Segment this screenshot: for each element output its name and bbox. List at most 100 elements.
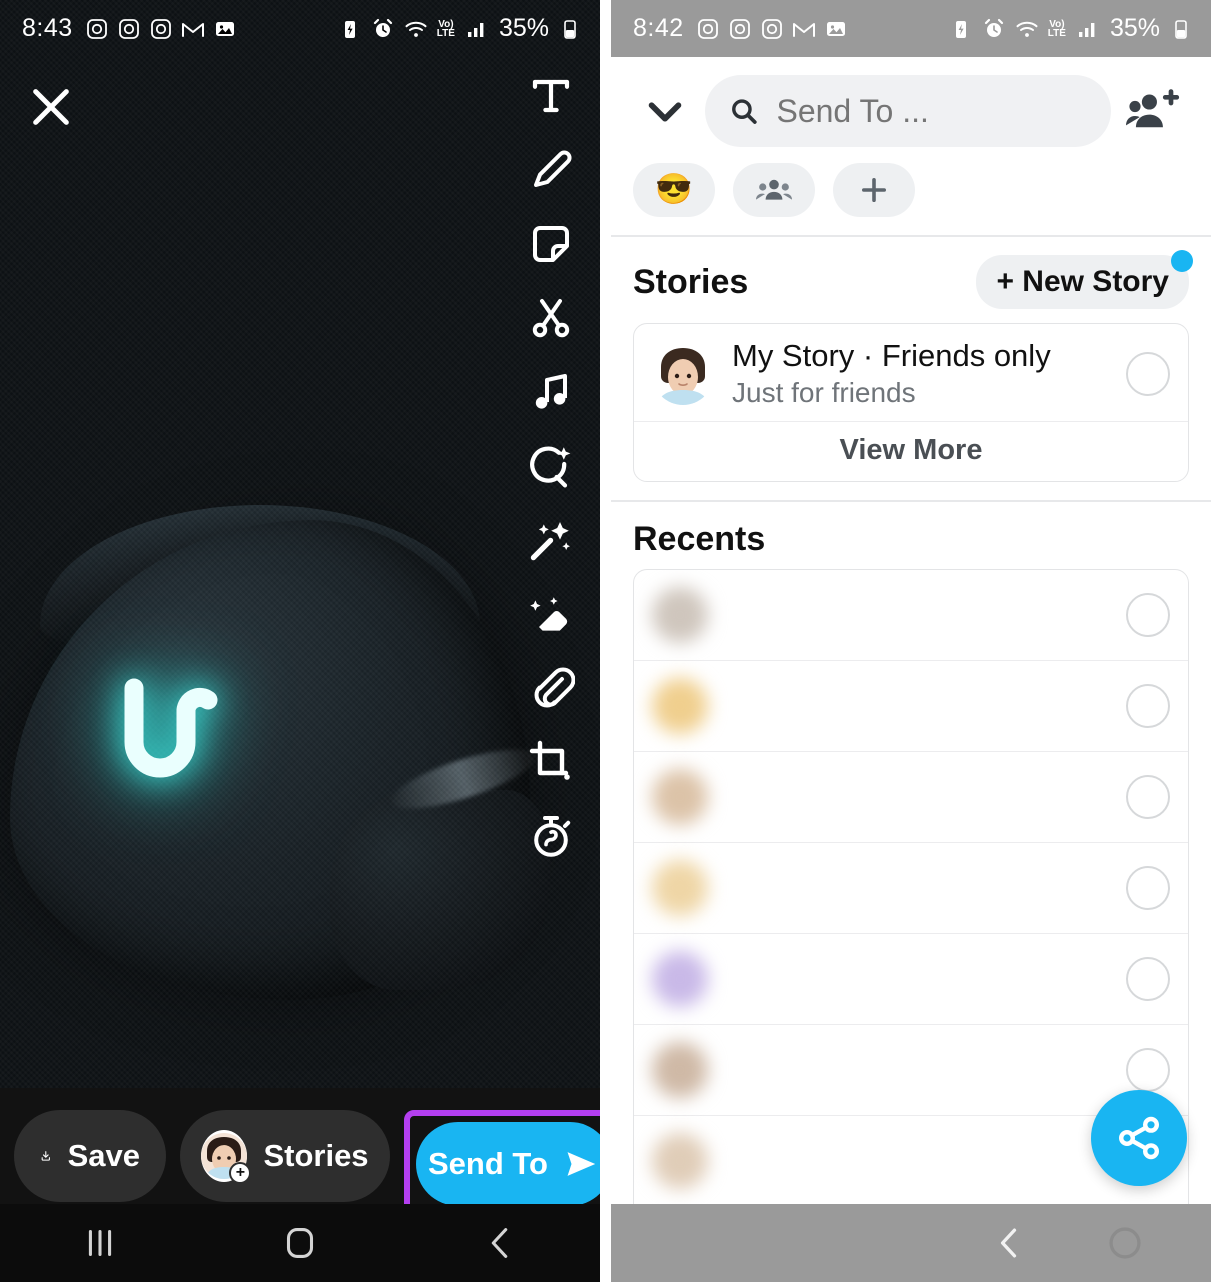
home-icon[interactable] (277, 1220, 323, 1266)
selection-circle[interactable] (1126, 351, 1170, 396)
list-item[interactable] (634, 570, 1188, 662)
selection-circle[interactable] (1126, 866, 1170, 911)
scissors-icon[interactable] (527, 294, 575, 342)
avatar (652, 951, 708, 1008)
close-icon[interactable] (28, 84, 74, 130)
instagram-icon (117, 17, 141, 41)
timer-icon[interactable] (527, 812, 575, 860)
share-fab[interactable] (1091, 1090, 1187, 1186)
magic-wand-icon[interactable] (527, 516, 575, 564)
plus-icon: + (229, 1162, 252, 1184)
instagram-icon (696, 17, 720, 41)
my-story-subtitle: Just for friends (732, 376, 916, 408)
instagram-icon (728, 17, 752, 41)
left-status-bar: 8:43 Vo) LTE 35% (0, 0, 600, 57)
send-arrow-icon (562, 1145, 600, 1183)
list-item[interactable] (634, 661, 1188, 753)
battery-percent: 35% (1109, 14, 1160, 42)
new-story-badge-dot (1171, 250, 1193, 272)
my-story-title: My Story · Friends only (732, 338, 1051, 373)
selection-circle[interactable] (1126, 593, 1170, 638)
avatar (652, 678, 708, 735)
gmail-icon (181, 17, 205, 41)
wifi-icon (1015, 17, 1039, 41)
battery-saver-icon (338, 17, 362, 41)
back-icon[interactable] (987, 1221, 1031, 1265)
alarm-icon (982, 17, 1006, 41)
battery-percent: 35% (498, 14, 549, 42)
search-input-wrapper[interactable] (705, 75, 1111, 147)
right-status-bar: 8:42 Vo) LTE 35% (611, 0, 1211, 57)
status-system-icons: Vo) LTE 35% (338, 14, 582, 43)
signal-icon (464, 17, 488, 41)
recents-list (633, 569, 1189, 1282)
selection-circle[interactable] (1126, 1048, 1170, 1093)
lens-star-icon[interactable] (527, 442, 575, 490)
save-button[interactable]: Save (14, 1110, 166, 1202)
status-notification-icons (85, 17, 237, 41)
status-system-icons: Vo) LTE 35% (949, 14, 1193, 43)
save-button-label: Save (67, 1138, 140, 1173)
recents-icon[interactable] (77, 1220, 123, 1266)
status-time: 8:43 (22, 14, 73, 42)
plus-icon (862, 177, 886, 202)
stories-button[interactable]: + Stories (180, 1110, 390, 1202)
chip-emoji[interactable]: 😎 (633, 163, 715, 217)
avatar (652, 342, 714, 405)
new-story-label: + New Story (996, 265, 1169, 298)
view-more-button[interactable]: View More (634, 421, 1188, 481)
chip-group[interactable] (733, 163, 815, 217)
list-item[interactable] (634, 752, 1188, 844)
left-phone-screen: 8:43 Vo) LTE 35% Save + Stories Send To (0, 0, 600, 1282)
quick-filter-chips: 😎 (611, 157, 1211, 235)
send-to-header (611, 57, 1211, 157)
back-icon[interactable] (477, 1220, 523, 1266)
battery-icon (558, 17, 582, 41)
gallery-icon (213, 17, 237, 41)
right-phone-screen: 8:42 Vo) LTE 35% Send To ... 😎 Stories +… (600, 0, 1211, 1282)
home-icon[interactable] (1103, 1221, 1147, 1265)
selection-circle[interactable] (1126, 684, 1170, 729)
mouse-glowing-logo-icon (112, 670, 222, 790)
search-icon (729, 94, 758, 128)
magic-eraser-icon[interactable] (527, 590, 575, 638)
avatar (652, 1133, 708, 1190)
paperclip-icon[interactable] (527, 664, 575, 712)
avatar (652, 1042, 708, 1099)
android-nav-bar-left (0, 1204, 600, 1282)
music-note-icon[interactable] (527, 368, 575, 416)
android-nav-bar-right (611, 1204, 1211, 1282)
group-icon (756, 179, 792, 200)
avatar: + (201, 1130, 252, 1184)
text-T-icon[interactable] (527, 72, 575, 120)
wifi-icon (404, 17, 428, 41)
instagram-icon (760, 17, 784, 41)
chevron-down-icon[interactable] (633, 84, 697, 138)
recents-section-title: Recents (633, 520, 766, 559)
list-item[interactable] (634, 934, 1188, 1026)
selection-circle[interactable] (1126, 775, 1170, 820)
my-story-row[interactable]: My Story · Friends only Just for friends (634, 324, 1188, 421)
avatar (652, 769, 708, 826)
add-friends-icon[interactable] (1117, 81, 1189, 141)
pencil-icon[interactable] (527, 146, 575, 194)
selection-circle[interactable] (1126, 957, 1170, 1002)
status-time: 8:42 (633, 14, 684, 42)
chip-add[interactable] (833, 163, 915, 217)
snap-preview-photo (0, 0, 600, 1088)
my-story-texts: My Story · Friends only Just for friends (732, 338, 1108, 409)
sticker-icon[interactable] (527, 220, 575, 268)
battery-saver-icon (949, 17, 973, 41)
avatar (652, 587, 708, 644)
stories-section-title: Stories (633, 262, 749, 301)
my-story-card: My Story · Friends only Just for friends… (633, 323, 1189, 483)
instagram-icon (85, 17, 109, 41)
send-to-label: Send To (428, 1146, 548, 1181)
signal-icon (1075, 17, 1099, 41)
share-icon (1118, 1116, 1160, 1160)
new-story-button[interactable]: + New Story (976, 250, 1193, 309)
search-input[interactable] (776, 92, 1087, 130)
crop-icon[interactable] (527, 738, 575, 786)
list-item[interactable] (634, 843, 1188, 935)
send-to-button[interactable]: Send To (416, 1122, 600, 1206)
